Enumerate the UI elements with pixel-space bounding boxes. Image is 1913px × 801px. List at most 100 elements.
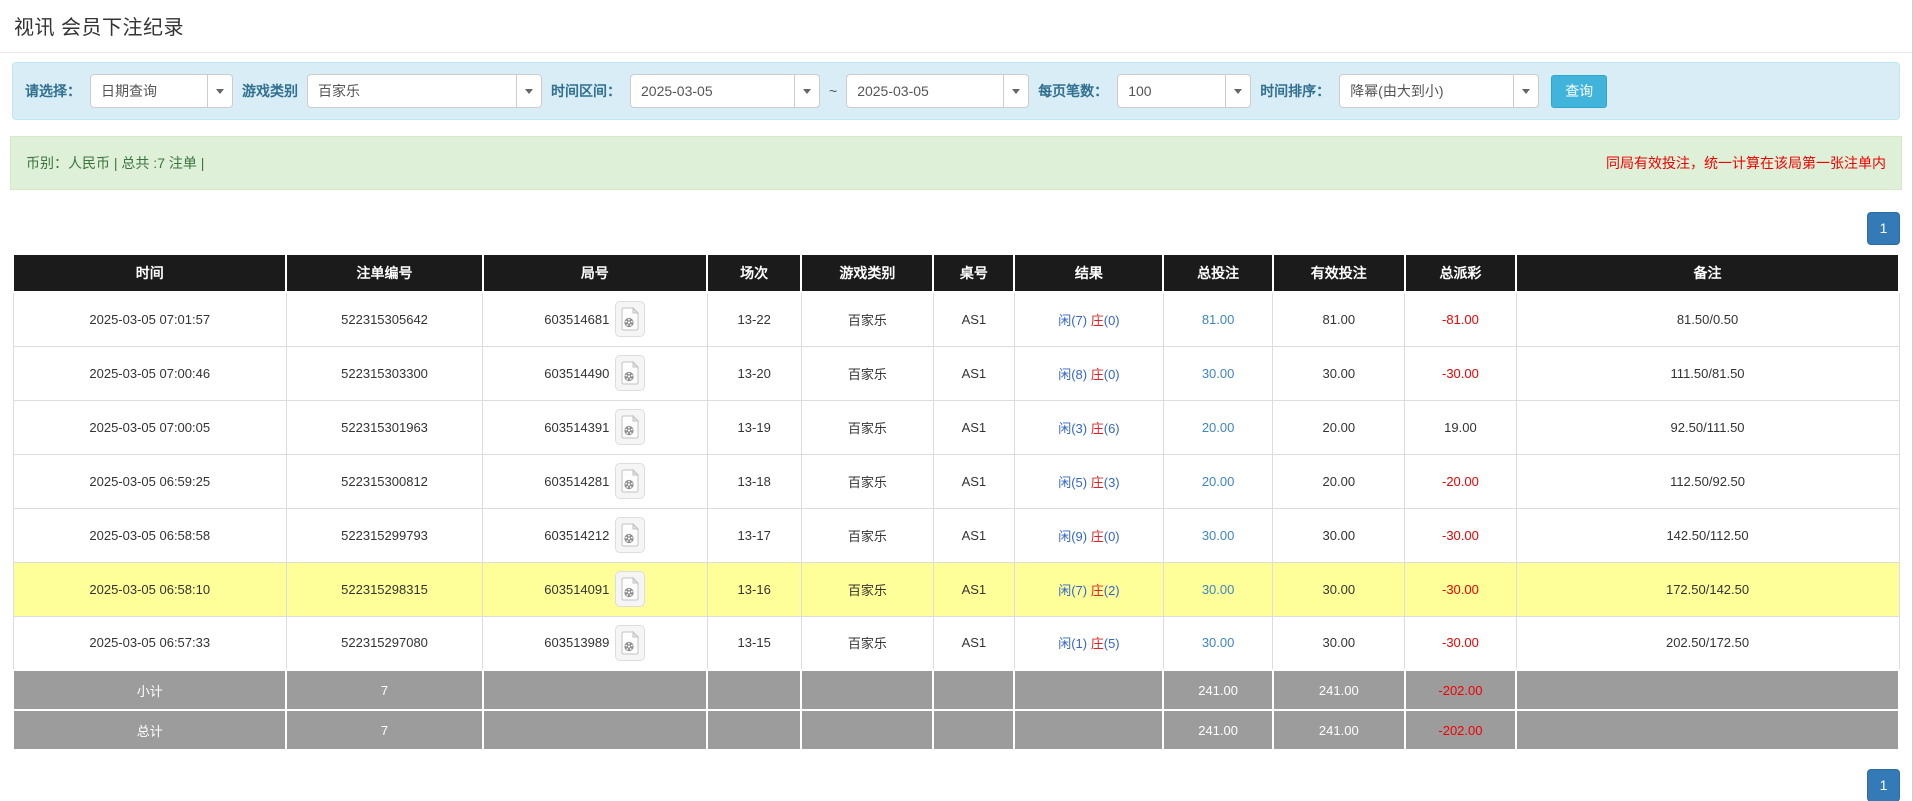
time-range-label: 时间区间： [551, 81, 621, 101]
time-cell: 2025-03-05 06:59:25 [13, 454, 286, 508]
video-replay-button[interactable] [615, 571, 645, 607]
game-category-select[interactable]: 百家乐 [307, 74, 542, 108]
footer-total-bet-cell: 241.00 [1163, 670, 1272, 710]
table-no-cell: AS1 [933, 292, 1014, 346]
table-no-cell: AS1 [933, 400, 1014, 454]
query-type-select[interactable]: 日期查询 [90, 74, 233, 108]
payout-cell: -20.00 [1405, 454, 1516, 508]
round-cell: 603514681 [483, 292, 707, 346]
video-replay-button[interactable] [615, 625, 645, 661]
total-bet-cell[interactable]: 30.00 [1163, 346, 1272, 400]
time-cell: 2025-03-05 06:57:33 [13, 616, 286, 670]
video-file-icon [620, 415, 640, 439]
result-player: 闲(9) [1058, 529, 1087, 544]
video-replay-button[interactable] [615, 409, 645, 445]
table-row: 2025-03-05 06:58:58522315299793603514212… [13, 508, 1899, 562]
column-header: 备注 [1516, 254, 1899, 292]
game-type-cell: 百家乐 [801, 292, 933, 346]
video-file-icon [620, 631, 640, 655]
video-replay-button[interactable] [615, 517, 645, 553]
page-number-button[interactable]: 1 [1867, 212, 1900, 245]
video-replay-button[interactable] [615, 301, 645, 337]
result-banker-count: (0) [1104, 529, 1120, 544]
footer-empty-cell [933, 710, 1014, 750]
table-row: 2025-03-05 06:59:25522315300812603514281… [13, 454, 1899, 508]
bet-id-cell: 522315297080 [286, 616, 482, 670]
round-id-group: 603514681 [544, 301, 645, 337]
footer-empty-cell [483, 670, 707, 710]
sort-label: 时间排序： [1260, 81, 1330, 101]
remark-cell: 92.50/111.50 [1516, 400, 1899, 454]
round-id: 603514391 [544, 420, 609, 435]
column-header: 有效投注 [1273, 254, 1405, 292]
total-bet-cell[interactable]: 30.00 [1163, 508, 1272, 562]
result-cell: 闲(5) 庄(3) [1014, 454, 1163, 508]
game-type-cell: 百家乐 [801, 616, 933, 670]
search-button[interactable]: 查询 [1551, 75, 1607, 108]
result-player: 闲(1) [1058, 636, 1087, 651]
remark-cell: 142.50/112.50 [1516, 508, 1899, 562]
video-replay-button[interactable] [615, 355, 645, 391]
round-id: 603514212 [544, 528, 609, 543]
round-cell: 603514490 [483, 346, 707, 400]
footer-empty-cell [1516, 710, 1899, 750]
per-page-select[interactable]: 100 [1117, 74, 1251, 108]
session-cell: 13-22 [707, 292, 801, 346]
game-type-cell: 百家乐 [801, 562, 933, 616]
column-header: 局号 [483, 254, 707, 292]
page-number-button[interactable]: 1 [1867, 769, 1900, 801]
game-type-cell: 百家乐 [801, 508, 933, 562]
date-from-select[interactable]: 2025-03-05 [630, 74, 820, 108]
total-bet-cell[interactable]: 20.00 [1163, 454, 1272, 508]
result-banker: 庄 [1091, 367, 1104, 382]
video-file-icon [620, 577, 640, 601]
subtotal-row: 小计7241.00241.00-202.00 [13, 670, 1899, 710]
filter-panel: 请选择： 日期查询 游戏类别 百家乐 时间区间： 2025-03-05 ~ 20… [12, 62, 1900, 120]
round-id-group: 603514391 [544, 409, 645, 445]
remark-cell: 172.50/142.50 [1516, 562, 1899, 616]
valid-bet-cell: 81.00 [1273, 292, 1405, 346]
per-page-label: 每页笔数： [1038, 81, 1108, 101]
footer-label-cell: 总计 [13, 710, 286, 750]
result-player: 闲(7) [1058, 583, 1087, 598]
result-banker-count: (2) [1104, 583, 1120, 598]
result-cell: 闲(3) 庄(6) [1014, 400, 1163, 454]
round-cell: 603513989 [483, 616, 707, 670]
round-id-group: 603514281 [544, 463, 645, 499]
column-header: 时间 [13, 254, 286, 292]
footer-label-cell: 小计 [13, 670, 286, 710]
footer-total-bet-cell: 241.00 [1163, 710, 1272, 750]
column-header: 结果 [1014, 254, 1163, 292]
result-banker-count: (5) [1104, 636, 1120, 651]
video-replay-button[interactable] [615, 463, 645, 499]
chevron-down-icon [1003, 75, 1028, 107]
payout-cell: -30.00 [1405, 562, 1516, 616]
payout-cell: -30.00 [1405, 616, 1516, 670]
result-banker-count: (0) [1104, 313, 1120, 328]
total-bet-cell[interactable]: 30.00 [1163, 562, 1272, 616]
column-header: 游戏类别 [801, 254, 933, 292]
table-footer: 小计7241.00241.00-202.00总计7241.00241.00-20… [13, 670, 1899, 750]
page-title: 视讯 会员下注纪录 [14, 11, 1898, 40]
total-bet-cell[interactable]: 30.00 [1163, 616, 1272, 670]
total-bet-cell[interactable]: 20.00 [1163, 400, 1272, 454]
remark-cell: 202.50/172.50 [1516, 616, 1899, 670]
sort-select[interactable]: 降幂(由大到小) [1339, 74, 1539, 108]
time-cell: 2025-03-05 06:58:58 [13, 508, 286, 562]
result-banker: 庄 [1091, 529, 1104, 544]
round-id: 603514091 [544, 582, 609, 597]
total-bet-cell[interactable]: 81.00 [1163, 292, 1272, 346]
time-cell: 2025-03-05 07:00:05 [13, 400, 286, 454]
date-to-select[interactable]: 2025-03-05 [846, 74, 1029, 108]
column-header: 总投注 [1163, 254, 1272, 292]
footer-payout-cell: -202.00 [1405, 670, 1516, 710]
result-banker: 庄 [1091, 583, 1104, 598]
valid-bet-cell: 30.00 [1273, 562, 1405, 616]
result-player: 闲(7) [1058, 313, 1087, 328]
payout-cell: -81.00 [1405, 292, 1516, 346]
video-file-icon [620, 523, 640, 547]
footer-empty-cell [801, 670, 933, 710]
footer-empty-cell [1014, 710, 1163, 750]
remark-cell: 111.50/81.50 [1516, 346, 1899, 400]
footer-empty-cell [933, 670, 1014, 710]
